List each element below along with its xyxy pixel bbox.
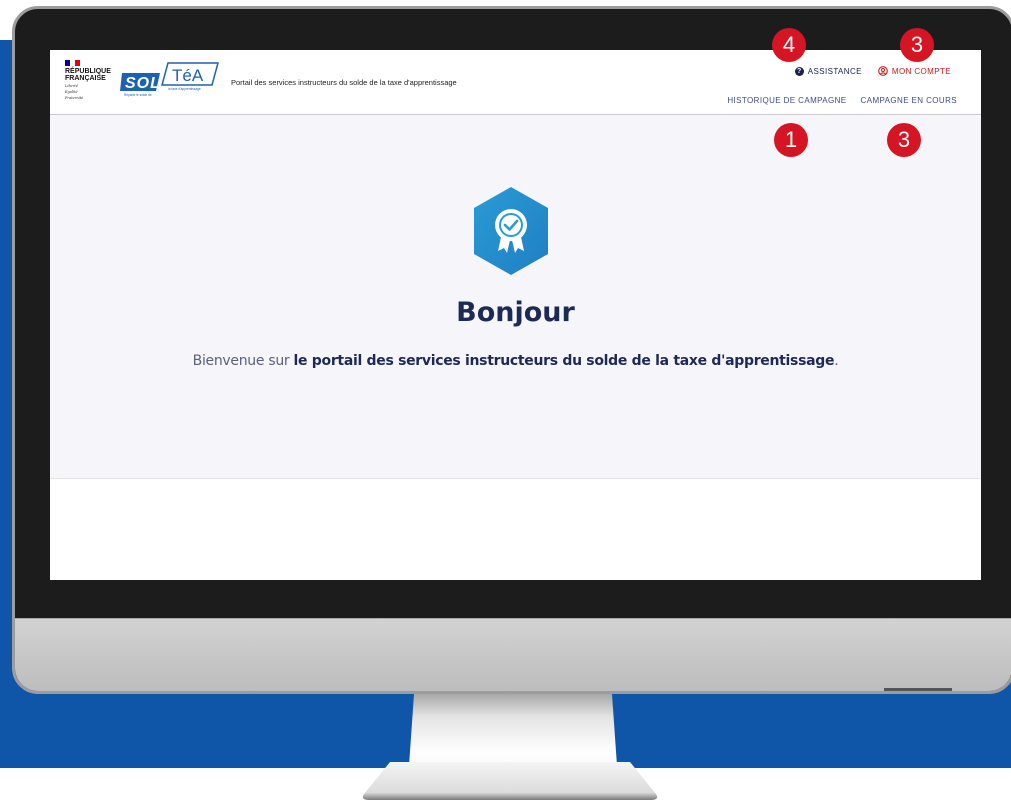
portal-title: Portail des services instructeurs du sol… — [231, 78, 457, 87]
award-badge-icon — [474, 187, 548, 275]
mon-compte-label: MON COMPTE — [891, 66, 951, 76]
question-circle-icon: ? — [794, 66, 804, 76]
flag-icon — [65, 60, 80, 66]
assistance-label: ASSISTANCE — [807, 66, 862, 76]
assistance-link[interactable]: ? ASSISTANCE — [794, 66, 862, 76]
logo-tagline: Répartir le solde de — [124, 93, 152, 97]
monitor-stand-base — [362, 762, 658, 800]
motto-line: Égalité — [65, 90, 78, 94]
footer-panel — [50, 478, 981, 580]
welcome-text-portal: le portail des services instructeurs du … — [293, 353, 835, 369]
motto-line: Liberté — [65, 84, 78, 88]
logo-sol-text: SOL — [125, 75, 161, 92]
header-main-nav: HISTORIQUE DE CAMPAGNE CAMPAGNE EN COURS — [727, 96, 957, 105]
annotation-marker-history: 1 — [774, 123, 808, 157]
nav-campagne-en-cours[interactable]: CAMPAGNE EN COURS — [861, 96, 957, 105]
mon-compte-link[interactable]: MON COMPTE — [878, 66, 951, 76]
soltea-logo[interactable]: SOL TéA Répartir le solde de la taxe d'a… — [120, 61, 220, 97]
monitor-chin — [15, 618, 1011, 691]
welcome-text-intro: Bienvenue sur — [192, 353, 294, 369]
annotation-marker-current: 3 — [887, 123, 921, 157]
header-top-nav: ? ASSISTANCE MON COMPTE — [794, 66, 951, 76]
francaise-label: FRANÇAISE — [65, 75, 106, 82]
logo-tea-text: TéA — [172, 66, 204, 85]
nav-historique-campagne[interactable]: HISTORIQUE DE CAMPAGNE — [727, 96, 846, 105]
user-circle-icon — [878, 66, 888, 76]
welcome-text-end: . — [834, 353, 839, 369]
republique-francaise-logo: RÉPUBLIQUE FRANÇAISE Liberté Égalité Fra… — [65, 60, 111, 100]
site-header: RÉPUBLIQUE FRANÇAISE Liberté Égalité Fra… — [50, 50, 981, 115]
greeting-heading: Bonjour — [456, 297, 575, 328]
monitor-led — [884, 688, 952, 691]
motto-line: Fraternité — [65, 96, 84, 100]
annotation-marker-account: 3 — [900, 28, 934, 62]
logo-tagline-2: la taxe d'apprentissage — [168, 87, 201, 91]
republique-label: RÉPUBLIQUE — [65, 68, 111, 75]
screen: RÉPUBLIQUE FRANÇAISE Liberté Égalité Fra… — [50, 50, 981, 580]
annotation-marker-assistance: 4 — [772, 28, 806, 62]
welcome-text: Bienvenue sur le portail des services in… — [50, 353, 981, 369]
